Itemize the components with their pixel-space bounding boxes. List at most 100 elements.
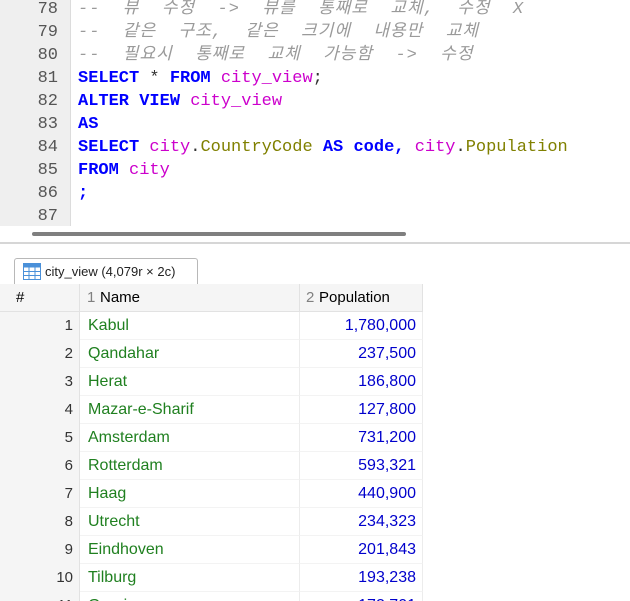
row-number-cell[interactable]: 3 <box>0 368 80 396</box>
column-index: 1 <box>87 289 96 306</box>
cell-name-value: Groningen <box>88 597 163 601</box>
cell-population[interactable]: 193,238 <box>300 564 423 592</box>
cell-name[interactable]: Kabul <box>80 312 300 340</box>
code-text: FROM city <box>78 159 170 182</box>
code-line[interactable]: 78 -- 뷰 수정 -> 뷰를 통째로 교체, 수정 X <box>0 0 630 21</box>
cell-population-value: 237,500 <box>358 345 416 362</box>
code-line[interactable]: 83 AS <box>0 113 630 136</box>
row-number-cell[interactable]: 6 <box>0 452 80 480</box>
editor-scrollbar-thumb[interactable] <box>32 232 406 236</box>
code-text: AS <box>78 113 98 136</box>
code-line[interactable]: 85 FROM city <box>0 159 630 182</box>
code-text: -- 뷰 수정 -> 뷰를 통째로 교체, 수정 X <box>78 0 524 21</box>
cell-population[interactable]: 201,843 <box>300 536 423 564</box>
sql-token: CountryCode <box>200 138 313 157</box>
line-number: 78 <box>37 0 58 19</box>
cell-name-value: Qandahar <box>88 345 160 362</box>
cell-name[interactable]: Haag <box>80 480 300 508</box>
sql-editor[interactable]: 78 -- 뷰 수정 -> 뷰를 통째로 교체, 수정 X 79 -- 같은 구조, … <box>0 0 630 226</box>
code-line[interactable]: 87 <box>0 205 630 226</box>
row-number: 5 <box>64 429 73 446</box>
sql-token: city <box>129 161 170 180</box>
cell-name[interactable]: Eindhoven <box>80 536 300 564</box>
row-number-cell[interactable]: 8 <box>0 508 80 536</box>
cell-name[interactable]: Rotterdam <box>80 452 300 480</box>
cell-population-value: 1,780,000 <box>344 317 416 334</box>
sql-comment: -- 뷰 수정 -> 뷰를 통째로 교체, 수정 X <box>78 0 525 19</box>
line-number: 81 <box>37 69 58 88</box>
code-text: SELECT * FROM city_view; <box>78 67 323 90</box>
cell-name-value: Tilburg <box>88 569 137 586</box>
row-number: 1 <box>64 317 73 334</box>
cell-population-value: 440,900 <box>358 485 416 502</box>
cell-population[interactable]: 593,321 <box>300 452 423 480</box>
code-line[interactable]: 84 SELECT city.CountryCode AS code, city.… <box>0 136 630 159</box>
sql-token: . <box>455 138 466 157</box>
code-text: ALTER VIEW city_view <box>78 90 282 113</box>
row-number-cell[interactable]: 4 <box>0 396 80 424</box>
row-number: 8 <box>64 513 73 530</box>
row-number-cell[interactable]: 10 <box>0 564 80 592</box>
code-line[interactable]: 86; <box>0 182 630 205</box>
row-number: 2 <box>64 345 73 362</box>
row-number-cell[interactable]: 11 <box>0 592 80 601</box>
sql-token: city_view <box>220 69 313 88</box>
table-grid-icon <box>23 263 41 280</box>
cell-population-value: 193,238 <box>358 569 416 586</box>
result-tab-label: city_view (4,079r × 2c) <box>45 264 176 279</box>
cell-name[interactable]: Utrecht <box>80 508 300 536</box>
code-line[interactable]: 81 SELECT * FROM city_view; <box>0 67 630 90</box>
sql-token: SELECT <box>78 138 140 157</box>
code-line[interactable]: 79 -- 같은 구조, 같은 크기에 내용만 교체 <box>0 21 630 44</box>
cell-population-value: 172,701 <box>358 597 416 601</box>
cell-population[interactable]: 186,800 <box>300 368 423 396</box>
row-number: 3 <box>64 373 73 390</box>
column-header-name[interactable]: 1 Name <box>80 284 300 312</box>
cell-name[interactable]: Groningen <box>80 592 300 601</box>
cell-population-value: 127,800 <box>358 401 416 418</box>
cell-name-value: Mazar-e-Sharif <box>88 401 194 418</box>
cell-name[interactable]: Herat <box>80 368 300 396</box>
row-number-cell[interactable]: 5 <box>0 424 80 452</box>
row-number-cell[interactable]: 1 <box>0 312 80 340</box>
cell-population[interactable]: 237,500 <box>300 340 423 368</box>
cell-population-value: 201,843 <box>358 541 416 558</box>
row-number: 11 <box>57 597 73 601</box>
column-header-population[interactable]: 2 Population <box>300 284 423 312</box>
cell-population-value: 593,321 <box>358 457 416 474</box>
cell-name[interactable]: Mazar-e-Sharif <box>80 396 300 424</box>
cell-name[interactable]: Qandahar <box>80 340 300 368</box>
row-number-header[interactable]: # <box>0 284 80 312</box>
row-number-cell[interactable]: 9 <box>0 536 80 564</box>
results-grid[interactable]: # 1 Name 2 Population 1 Kabul 1,780,000 2 Qa… <box>0 284 630 601</box>
cell-population[interactable]: 127,800 <box>300 396 423 424</box>
sql-token: Population <box>465 138 568 157</box>
cell-population-value: 731,200 <box>358 429 416 446</box>
result-tab-city-view[interactable]: city_view (4,079r × 2c) <box>14 258 198 284</box>
cell-name-value: Eindhoven <box>88 541 164 558</box>
sql-token: ; <box>312 69 323 88</box>
sql-token: city <box>414 138 456 157</box>
row-number: 10 <box>56 569 73 586</box>
cell-population[interactable]: 1,780,000 <box>300 312 423 340</box>
cell-name-value: Utrecht <box>88 513 140 530</box>
cell-population[interactable]: 172,701 <box>300 592 423 601</box>
row-number-cell[interactable]: 2 <box>0 340 80 368</box>
row-number-cell[interactable]: 7 <box>0 480 80 508</box>
line-number: 79 <box>37 23 58 42</box>
cell-population[interactable]: 234,323 <box>300 508 423 536</box>
code-line[interactable]: 82 ALTER VIEW city_view <box>0 90 630 113</box>
line-number: 85 <box>37 161 58 180</box>
code-line[interactable]: 80 -- 필요시 통째로 교체 가능함 -> 수정 <box>0 44 630 67</box>
sql-token: code, <box>353 138 405 157</box>
cell-name-value: Haag <box>88 485 127 502</box>
code-text: ; <box>78 182 88 205</box>
column-index: 2 <box>306 289 315 306</box>
cell-name[interactable]: Tilburg <box>80 564 300 592</box>
cell-population[interactable]: 440,900 <box>300 480 423 508</box>
cell-name[interactable]: Amsterdam <box>80 424 300 452</box>
sql-comment: -- 같은 구조, 같은 크기에 내용만 교체 <box>78 23 479 42</box>
cell-population[interactable]: 731,200 <box>300 424 423 452</box>
